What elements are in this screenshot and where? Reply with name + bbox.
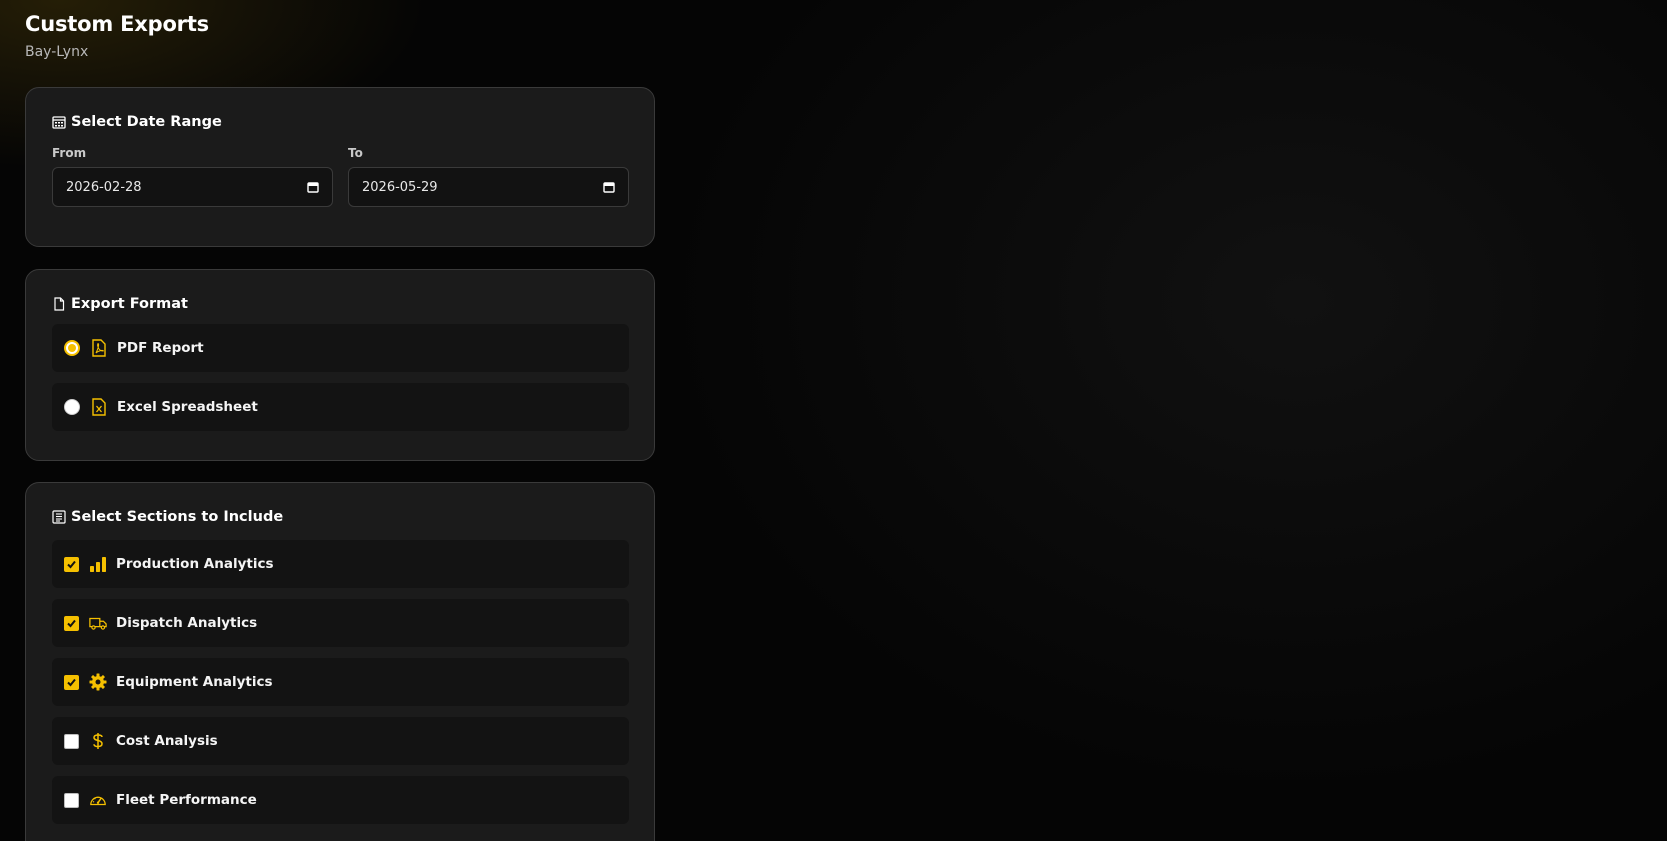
bar-chart-icon [89, 555, 107, 573]
list-document-icon [52, 510, 66, 524]
pdf-radio[interactable] [64, 340, 80, 356]
date-range-card: Select Date Range From 2026-02-28 To 202… [25, 87, 655, 247]
excel-file-icon [90, 398, 108, 416]
to-label: To [348, 146, 363, 160]
excel-radio[interactable] [64, 399, 80, 415]
pdf-file-icon [90, 339, 108, 357]
date-range-title-label: Select Date Range [71, 114, 222, 130]
section-fleet-performance[interactable]: Fleet Performance [52, 776, 629, 824]
section-equipment-analytics[interactable]: Equipment Analytics [52, 658, 629, 706]
excel-option-label: Excel Spreadsheet [117, 399, 258, 415]
dispatch-label: Dispatch Analytics [116, 615, 258, 631]
section-dispatch-analytics[interactable]: Dispatch Analytics [52, 599, 629, 647]
speedometer-icon [89, 791, 107, 809]
calendar-picker-icon[interactable] [603, 181, 615, 193]
from-date-input[interactable]: 2026-02-28 [52, 167, 333, 207]
sections-title-label: Select Sections to Include [71, 509, 284, 525]
format-option-excel[interactable]: Excel Spreadsheet [52, 383, 629, 431]
sections-card: Select Sections to Include Production An… [25, 482, 655, 841]
production-checkbox[interactable] [64, 556, 79, 572]
calendar-picker-icon[interactable] [307, 181, 319, 193]
export-format-title: Export Format [52, 296, 188, 312]
export-format-card: Export Format PDF Report Excel Spreadshe… [25, 269, 655, 461]
cost-label: Cost Analysis [116, 733, 218, 749]
equipment-label: Equipment Analytics [116, 674, 273, 690]
date-range-title: Select Date Range [52, 114, 222, 130]
to-date-input[interactable]: 2026-05-29 [348, 167, 629, 207]
page-title: Custom Exports [25, 12, 209, 36]
fleet-checkbox[interactable] [64, 792, 79, 808]
export-format-title-label: Export Format [71, 296, 188, 312]
dollar-icon [89, 732, 107, 750]
equipment-checkbox[interactable] [64, 674, 79, 690]
pdf-option-label: PDF Report [117, 340, 204, 356]
production-label: Production Analytics [116, 556, 274, 572]
cost-checkbox[interactable] [64, 733, 79, 749]
to-date-value: 2026-05-29 [362, 179, 438, 195]
fleet-label: Fleet Performance [116, 792, 257, 808]
page-subtitle: Bay-Lynx [25, 44, 89, 60]
section-production-analytics[interactable]: Production Analytics [52, 540, 629, 588]
from-date-value: 2026-02-28 [66, 179, 142, 195]
sections-title: Select Sections to Include [52, 509, 283, 525]
gear-icon [89, 673, 107, 691]
calendar-icon [52, 115, 66, 129]
dispatch-checkbox[interactable] [64, 615, 79, 631]
truck-icon [89, 614, 107, 632]
format-option-pdf[interactable]: PDF Report [52, 324, 629, 372]
from-label: From [52, 146, 87, 160]
file-icon [52, 297, 66, 311]
section-cost-analysis[interactable]: Cost Analysis [52, 717, 629, 765]
